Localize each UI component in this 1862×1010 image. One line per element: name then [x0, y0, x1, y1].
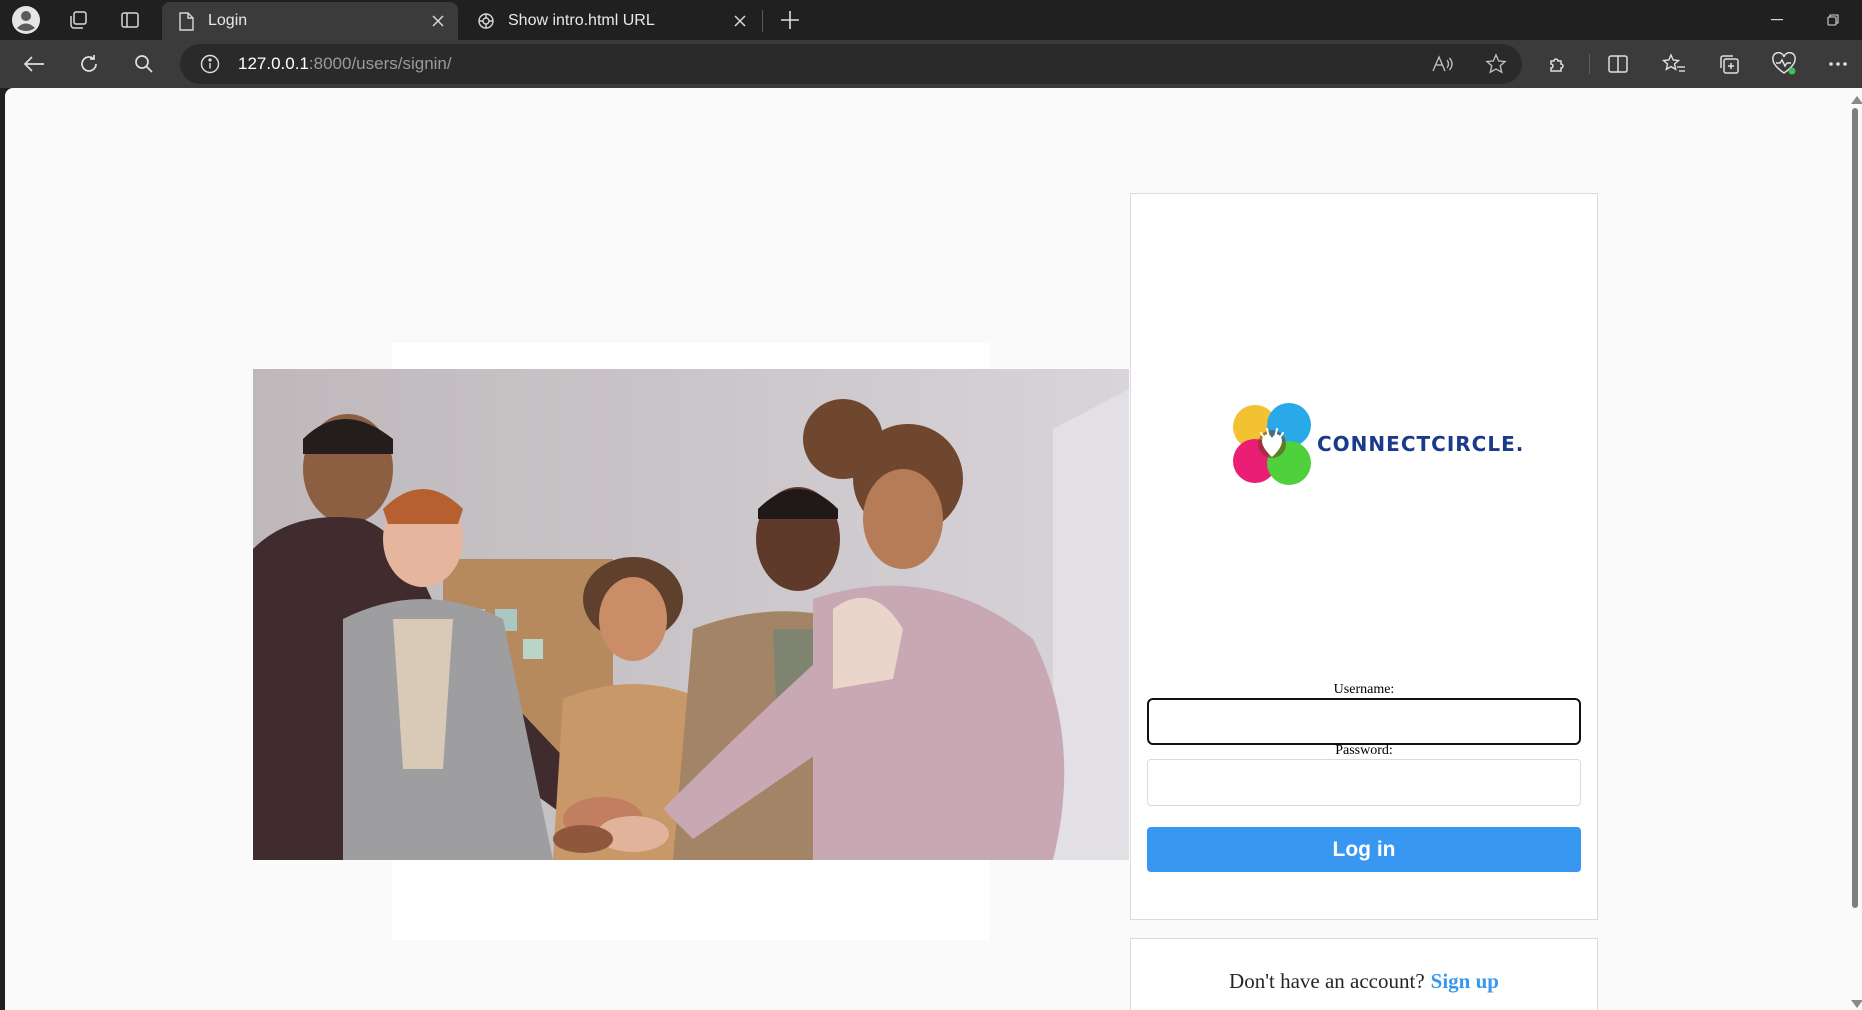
password-label: Password:	[1335, 743, 1393, 758]
restore-icon[interactable]	[1810, 2, 1856, 38]
username-label: Username:	[1333, 682, 1395, 697]
login-button[interactable]: Log in	[1147, 827, 1581, 872]
minimize-icon[interactable]	[1754, 2, 1800, 38]
page-viewport: CONNECTCIRCLE. Username: Password: Log i…	[5, 88, 1851, 1010]
read-aloud-icon[interactable]	[1430, 52, 1454, 76]
search-icon[interactable]	[126, 46, 162, 82]
tab-login[interactable]: Login	[162, 2, 458, 40]
tab-strip: Login Show intro.html URL	[0, 0, 1862, 40]
logo-text: CONNECTCIRCLE.	[1317, 432, 1525, 456]
tab-separator	[762, 10, 763, 32]
browser-essentials-icon[interactable]	[1766, 46, 1802, 82]
vertical-scrollbar[interactable]	[1847, 88, 1862, 1010]
hero-team-photo	[253, 369, 1129, 860]
url-text: 127.0.0.1:8000/users/signin/	[238, 54, 452, 73]
toolbar-divider	[1589, 54, 1590, 74]
profile-icon[interactable]	[8, 4, 44, 36]
password-input[interactable]	[1147, 759, 1581, 806]
connectcircle-logo: CONNECTCIRCLE.	[1231, 401, 1531, 487]
close-icon[interactable]	[424, 7, 452, 35]
more-icon[interactable]	[1820, 46, 1856, 82]
address-bar[interactable]: 127.0.0.1:8000/users/signin/	[180, 44, 1522, 84]
login-card: CONNECTCIRCLE. Username: Password: Log i…	[1130, 193, 1598, 920]
signup-link[interactable]: Sign up	[1431, 969, 1499, 1010]
new-tab-icon[interactable]	[772, 4, 808, 36]
favorite-star-icon[interactable]	[1484, 52, 1508, 76]
tab-show-intro[interactable]: Show intro.html URL	[462, 2, 760, 40]
split-screen-icon[interactable]	[1600, 46, 1636, 82]
browser-toolbar: 127.0.0.1:8000/users/signin/	[0, 40, 1862, 88]
scroll-thumb[interactable]	[1852, 108, 1858, 908]
back-icon[interactable]	[16, 46, 52, 82]
signup-prompt: Don't have an account?	[1229, 969, 1425, 993]
tab-title: Show intro.html URL	[508, 12, 655, 29]
collections-icon[interactable]	[1711, 46, 1747, 82]
signup-card: Don't have an account? Sign up	[1130, 938, 1598, 1010]
info-icon[interactable]	[198, 52, 222, 76]
tab-actions-icon[interactable]	[112, 4, 148, 36]
close-icon[interactable]	[726, 7, 754, 35]
logo-circles-icon	[1233, 403, 1311, 485]
chatgpt-icon	[476, 11, 496, 31]
scroll-down-arrow[interactable]	[1851, 1000, 1862, 1008]
page-icon	[176, 11, 196, 31]
tab-title: Login	[208, 12, 248, 29]
favorites-icon[interactable]	[1656, 46, 1692, 82]
scroll-up-arrow[interactable]	[1851, 96, 1862, 104]
refresh-icon[interactable]	[71, 46, 107, 82]
username-input[interactable]	[1147, 698, 1581, 745]
workspaces-icon[interactable]	[60, 4, 96, 36]
extensions-icon[interactable]	[1540, 46, 1576, 82]
